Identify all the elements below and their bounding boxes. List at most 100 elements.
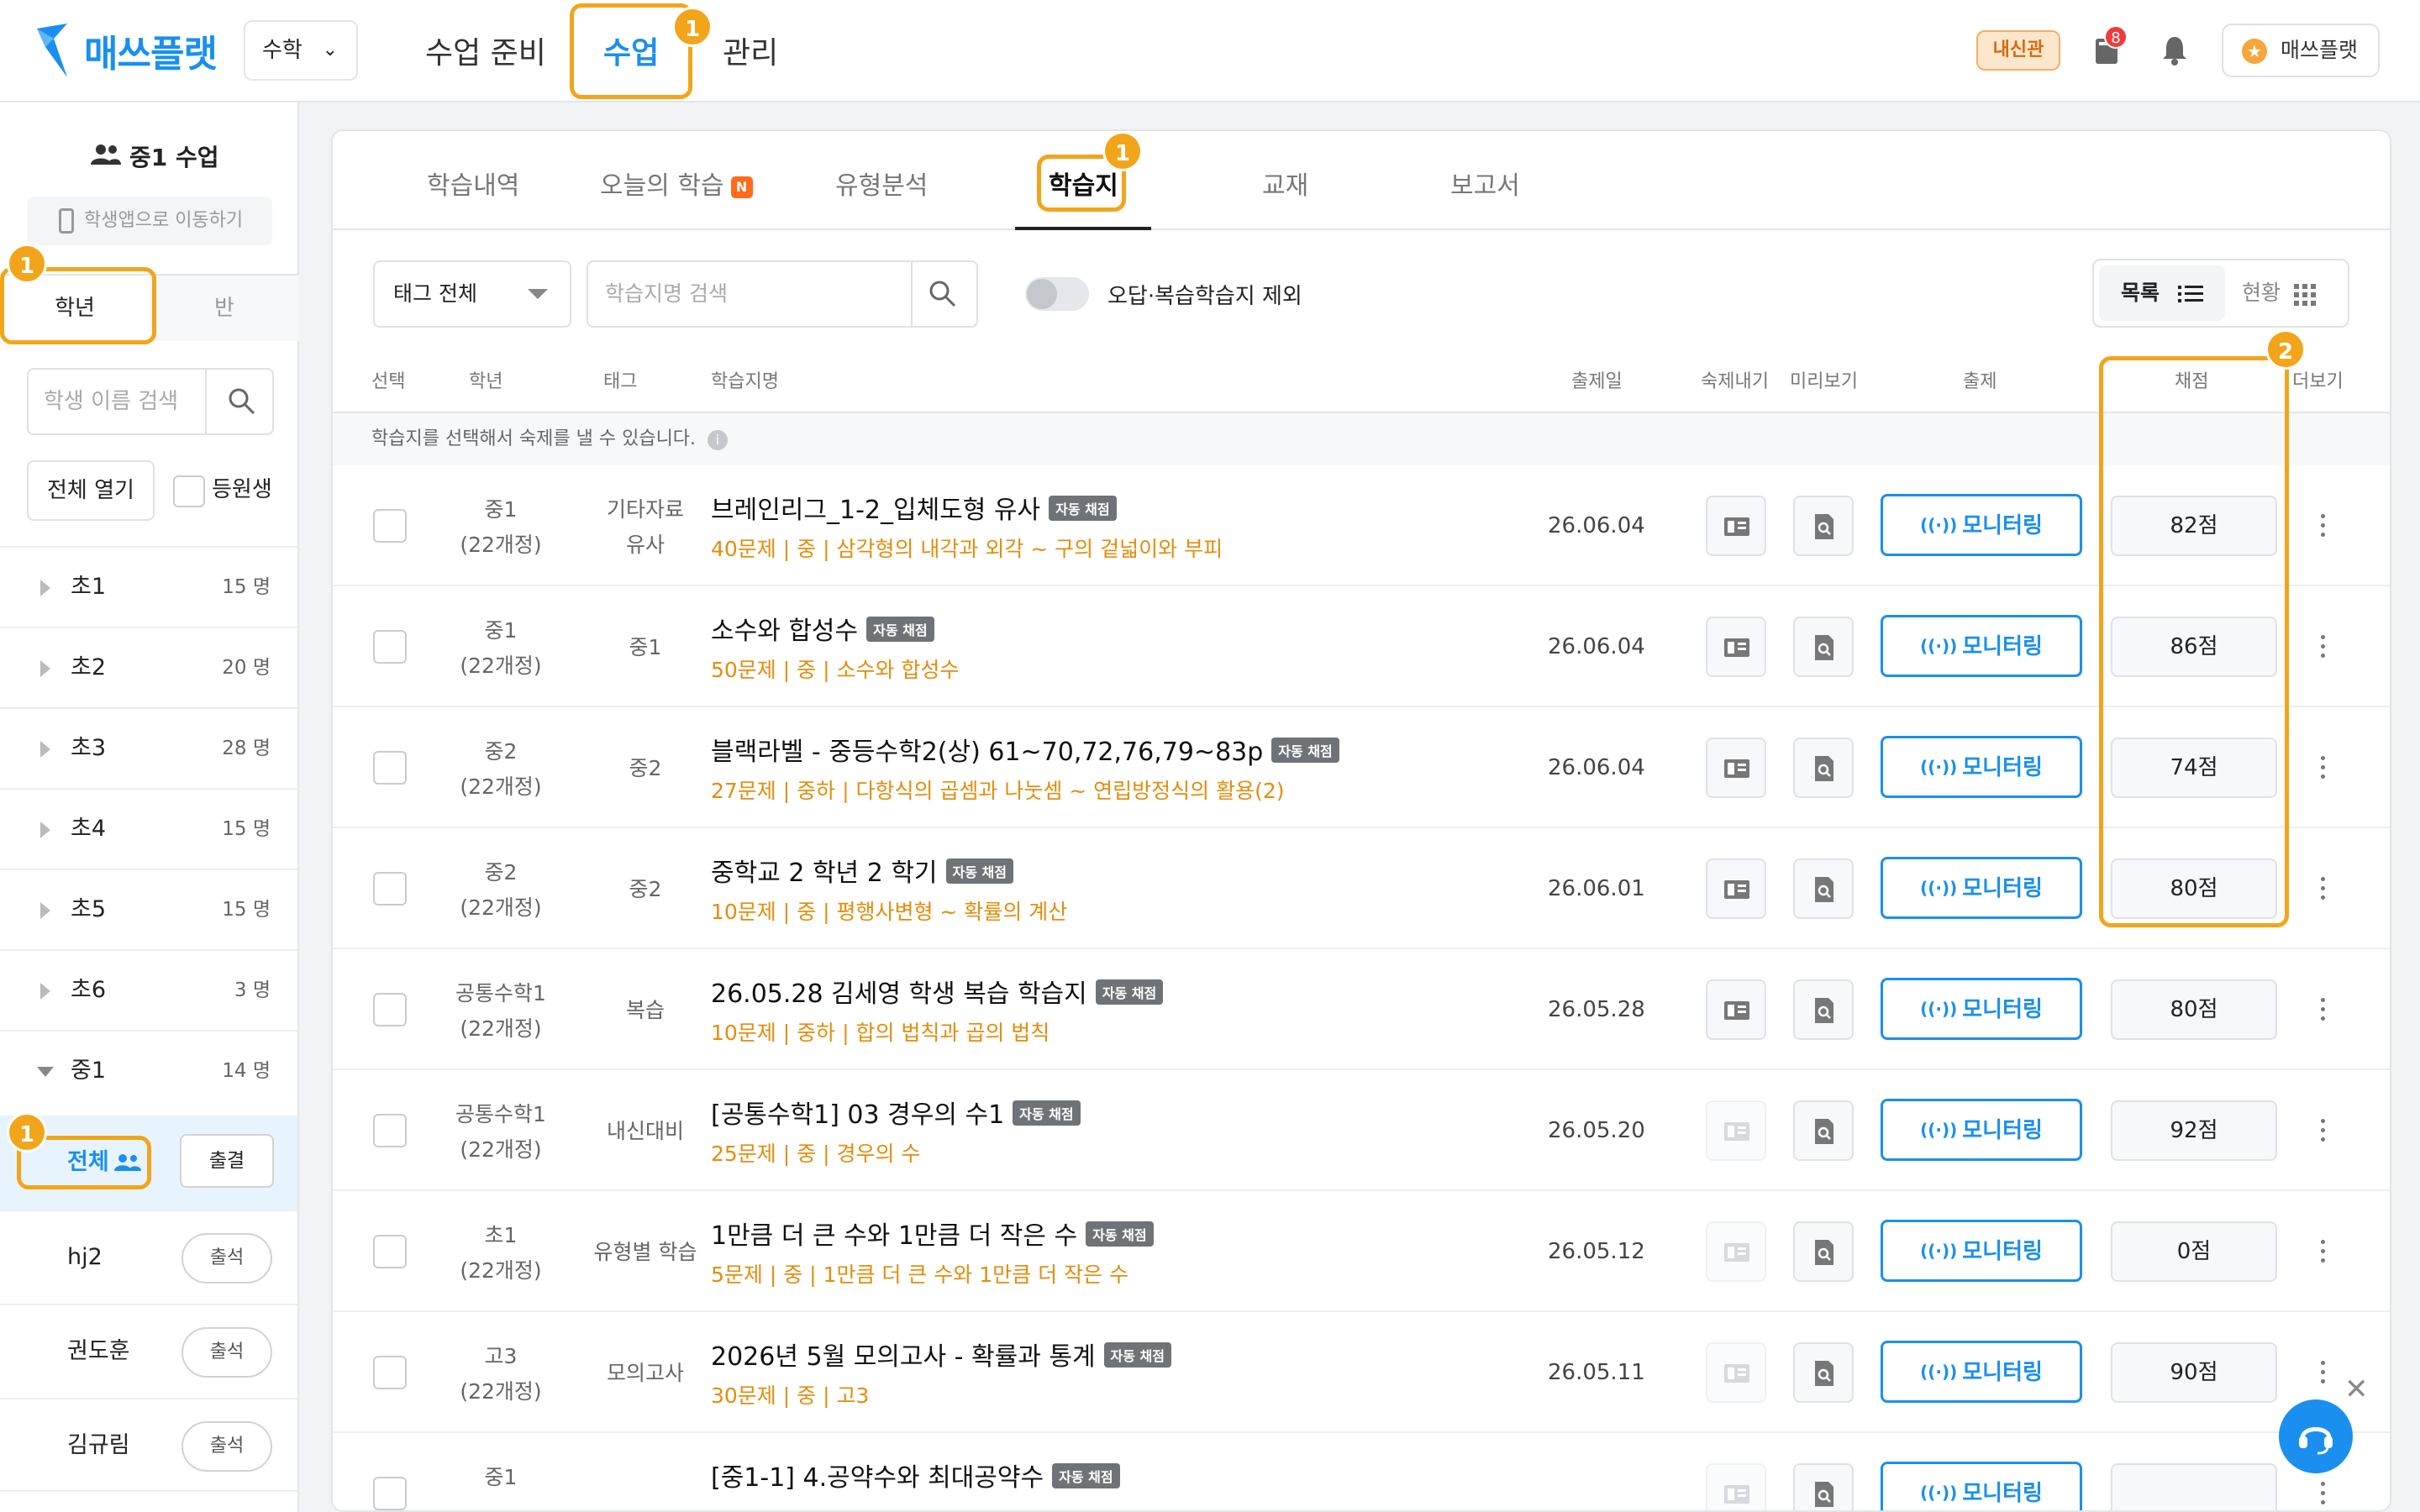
worksheet-title[interactable]: 블랙라벨 - 중등수학2(상) 61~70,72,76,79~83p 자동 채점 [711, 731, 1339, 768]
open-all-button[interactable]: 전체 열기 [27, 460, 155, 521]
grid-icon[interactable] [2294, 284, 2316, 306]
row-checkbox[interactable] [373, 1356, 407, 1389]
worksheet-title[interactable]: 26.05.28 김세영 학생 복습 학습지 자동 채점 [711, 973, 1164, 1010]
search-icon[interactable] [227, 386, 257, 417]
row-checkbox[interactable] [373, 993, 407, 1026]
student-row[interactable]: 김규림 출석 [0, 1398, 297, 1492]
score-box[interactable]: 0점 [2111, 1221, 2277, 1282]
monitoring-button[interactable]: ((·)) 모니터링 [1881, 494, 2082, 556]
worksheet-row[interactable]: 중2 (22개정) 중2 블랙라벨 - 중등수학2(상) 61~70,72,76,79… [333, 707, 2390, 828]
homework-button[interactable] [1706, 738, 1766, 798]
score-box[interactable]: 80점 [2111, 979, 2277, 1040]
worksheet-row[interactable]: 공통수학1 (22개정) 복습 26.05.28 김세영 학생 복습 학습지 자동 채점… [333, 949, 2390, 1070]
more-vertical-icon[interactable] [2321, 756, 2326, 780]
worksheet-row[interactable]: 중1 (22개정) 기타자료 유사 브레인리그_1-2_입체도형 유사 자동 채점 40문제… [333, 465, 2390, 586]
more-vertical-icon[interactable] [2321, 635, 2326, 659]
student-app-button[interactable]: 학생앱으로 이동하기 [27, 197, 272, 245]
grade-row[interactable]: 중1 14 명 [0, 1030, 297, 1110]
worksheet-title[interactable]: 브레인리그_1-2_입체도형 유사 자동 채점 [711, 489, 1117, 526]
more-vertical-icon[interactable] [2321, 1240, 2326, 1263]
worksheet-title[interactable]: 1만큼 더 큰 수와 1만큼 더 작은 수 자동 채점 [711, 1215, 1154, 1252]
row-checkbox[interactable] [373, 1114, 407, 1147]
worksheet-title[interactable]: 소수와 합성수 자동 채점 [711, 610, 934, 647]
monitoring-button[interactable]: ((·)) 모니터링 [1881, 1220, 2082, 1282]
exclude-review-toggle[interactable] [1025, 277, 1089, 311]
homework-button[interactable] [1706, 1342, 1766, 1403]
worksheet-row[interactable]: 공통수학1 (22개정) 내신대비 [공통수학1] 03 경우의 수1 자동 채점 25문… [333, 1070, 2390, 1191]
more-vertical-icon[interactable] [2321, 514, 2326, 538]
preview-button[interactable] [1793, 1342, 1854, 1403]
tab-today[interactable]: 오늘의 학습 N [600, 165, 753, 202]
worksheet-title[interactable]: [중1-1] 4.공약수와 최대공약수 자동 채점 [711, 1457, 1120, 1494]
more-vertical-icon[interactable] [2321, 1482, 2326, 1505]
logo-text[interactable]: 매쓰플랫 [84, 24, 218, 77]
bell-icon[interactable] [2158, 34, 2191, 67]
student-search-input[interactable]: 학생 이름 검색 [27, 368, 274, 435]
more-vertical-icon[interactable] [2321, 877, 2326, 900]
student-row[interactable]: hj2 출석 [0, 1210, 297, 1304]
more-vertical-icon[interactable] [2321, 1361, 2326, 1384]
attend-button[interactable]: 출석 [182, 1421, 272, 1472]
preview-button[interactable] [1793, 1463, 1854, 1510]
view-grid-button[interactable]: 현황 [2242, 265, 2281, 321]
row-checkbox[interactable] [373, 751, 407, 785]
attend-button[interactable]: 출석 [182, 1327, 272, 1378]
monitoring-button[interactable]: ((·)) 모니터링 [1881, 1462, 2082, 1510]
nav-class-prep[interactable]: 수업 준비 [425, 29, 546, 72]
homework-button[interactable] [1706, 1463, 1766, 1510]
row-checkbox[interactable] [373, 872, 407, 906]
tab-report[interactable]: 보고서 [1450, 165, 1520, 202]
monitoring-button[interactable]: ((·)) 모니터링 [1881, 1099, 2082, 1161]
grade-row[interactable]: 초5 15 명 [0, 869, 297, 949]
preview-button[interactable] [1793, 496, 1854, 556]
homework-button[interactable] [1706, 496, 1766, 556]
close-icon[interactable]: ✕ [2344, 1373, 2369, 1406]
tab-analysis[interactable]: 유형분석 [835, 165, 928, 202]
row-checkbox[interactable] [373, 509, 407, 543]
worksheet-row[interactable]: 중1 [중1-1] 4.공약수와 최대공약수 자동 채점 ((·)) 모니터링 [333, 1433, 2390, 1510]
homework-button[interactable] [1706, 1100, 1766, 1161]
more-vertical-icon[interactable] [2321, 998, 2326, 1021]
row-checkbox[interactable] [373, 630, 407, 664]
grade-row[interactable]: 초4 15 명 [0, 788, 297, 869]
worksheet-row[interactable]: 중2 (22개정) 중2 중학교 2 학년 2 학기 자동 채점 10문제 | 중 | 평… [333, 828, 2390, 949]
nav-manage[interactable]: 관리 [723, 29, 778, 72]
worksheet-title[interactable]: 2026년 5월 모의고사 - 확률과 통계 자동 채점 [711, 1336, 1171, 1373]
view-list-button[interactable]: 목록 [2099, 265, 2225, 321]
more-vertical-icon[interactable] [2321, 1119, 2326, 1142]
enrolled-checkbox[interactable] [173, 475, 205, 507]
grade-row[interactable]: 초2 20 명 [0, 627, 297, 707]
preview-button[interactable] [1793, 617, 1854, 677]
tab-textbook[interactable]: 교재 [1262, 165, 1308, 202]
monitoring-button[interactable]: ((·)) 모니터링 [1881, 615, 2082, 677]
homework-button[interactable] [1706, 858, 1766, 919]
score-box[interactable]: 92점 [2111, 1100, 2277, 1161]
worksheet-row[interactable]: 초1 (22개정) 유형별 학습 1만큼 더 큰 수와 1만큼 더 작은 수 자동 채점… [333, 1191, 2390, 1312]
monitoring-button[interactable]: ((·)) 모니터링 [1881, 857, 2082, 919]
preview-button[interactable] [1793, 1100, 1854, 1161]
subject-select[interactable]: 수학 ⌄ [244, 20, 358, 81]
grade-row[interactable]: 초6 3 명 [0, 949, 297, 1030]
grade-row[interactable]: 초1 15 명 [0, 546, 297, 627]
grade-row[interactable]: 초3 28 명 [0, 707, 297, 788]
tab-class[interactable]: 반 [150, 276, 299, 341]
student-row[interactable]: 권도훈 출석 [0, 1304, 297, 1398]
worksheet-title[interactable]: 중학교 2 학년 2 학기 자동 채점 [711, 852, 1013, 889]
preview-button[interactable] [1793, 1221, 1854, 1282]
score-box[interactable]: 90점 [2111, 1342, 2277, 1403]
row-checkbox[interactable] [373, 1477, 407, 1510]
row-checkbox[interactable] [373, 1235, 407, 1268]
info-icon[interactable]: i [708, 430, 728, 450]
attendance-button[interactable]: 출결 [180, 1134, 274, 1188]
attend-button[interactable]: 출석 [182, 1233, 272, 1284]
tab-history[interactable]: 학습내역 [427, 165, 519, 202]
tab-worksheet[interactable]: 학습지 [1049, 165, 1118, 202]
preview-button[interactable] [1793, 738, 1854, 798]
user-menu-button[interactable]: ★ 매쓰플랫 [2222, 24, 2380, 77]
preview-button[interactable] [1793, 858, 1854, 919]
worksheet-title[interactable]: [공통수학1] 03 경우의 수1 자동 채점 [711, 1094, 1081, 1131]
preview-button[interactable] [1793, 979, 1854, 1040]
exam-badge[interactable]: 내신관 [1976, 30, 2060, 71]
monitoring-button[interactable]: ((·)) 모니터링 [1881, 736, 2082, 798]
homework-button[interactable] [1706, 1221, 1766, 1282]
